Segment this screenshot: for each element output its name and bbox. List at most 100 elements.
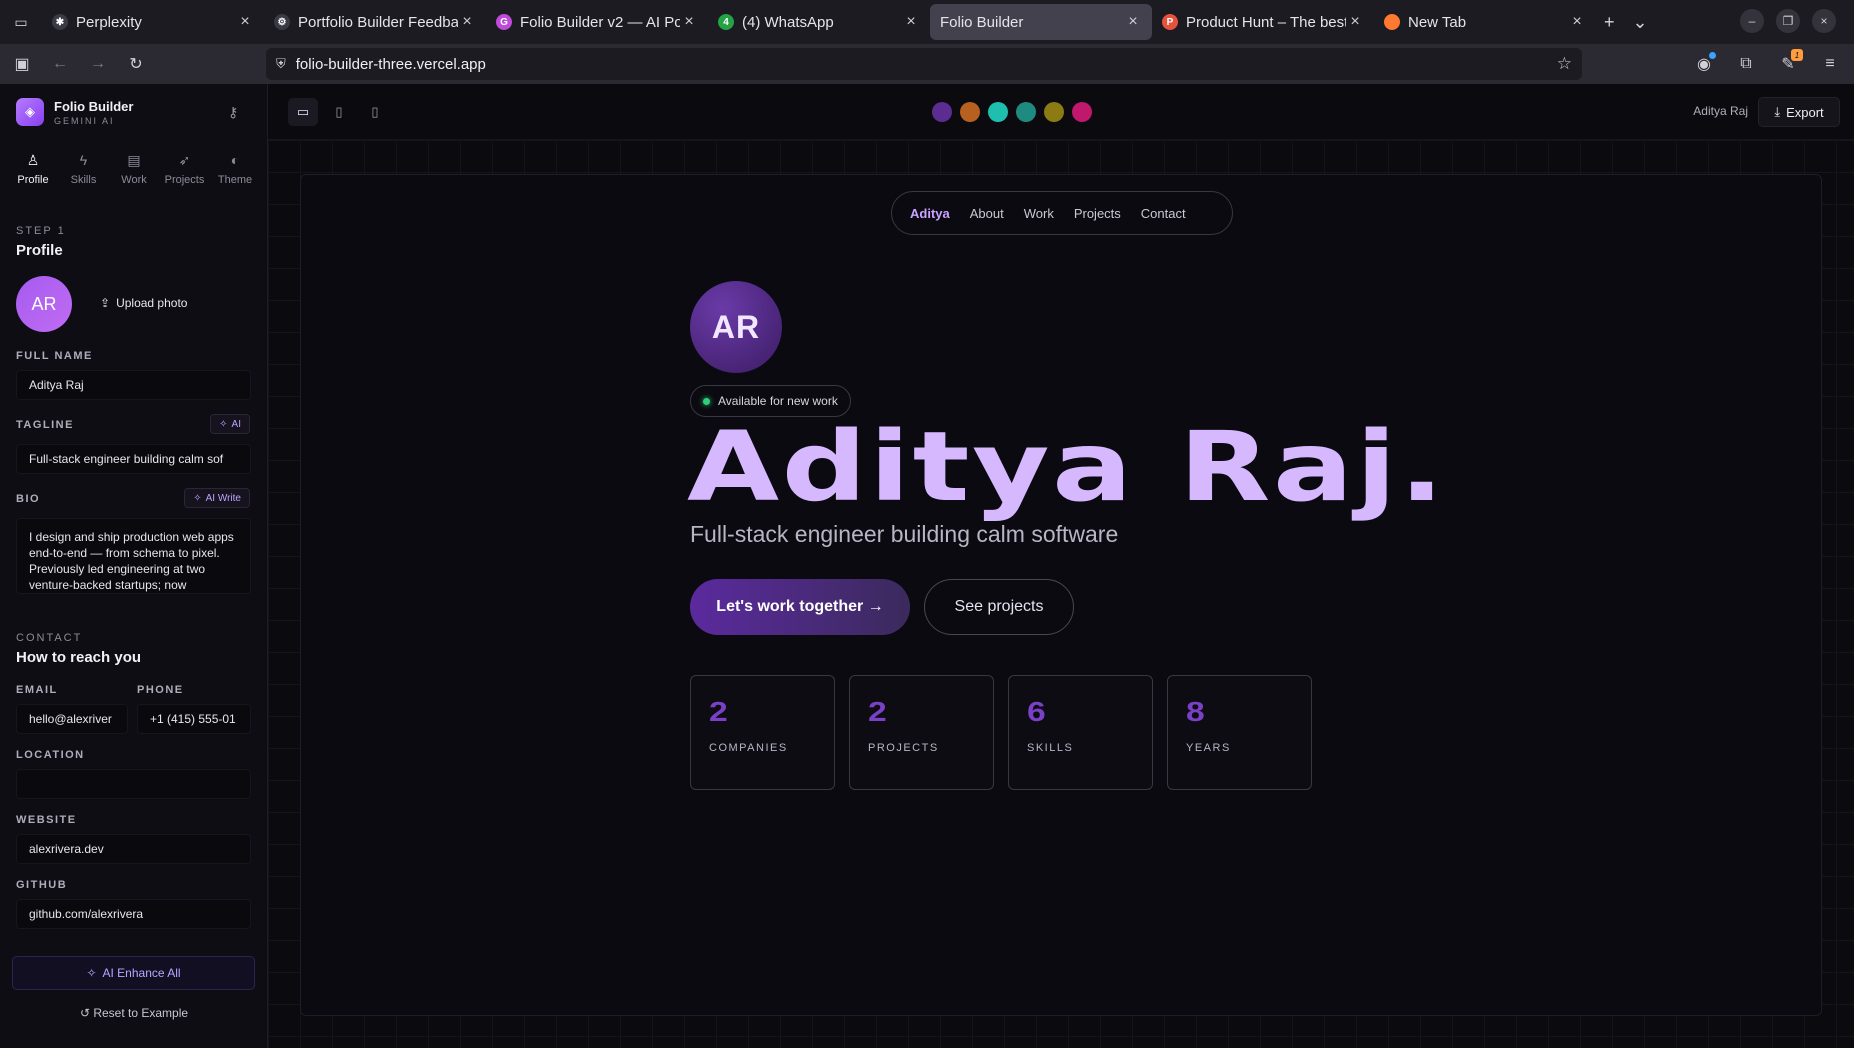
brand: ◈ Folio Builder GEMINI AI [16, 98, 133, 126]
tab-theme[interactable]: ◐ Theme [210, 152, 260, 186]
minimize-icon[interactable]: – [1740, 9, 1764, 33]
contact-kicker: CONTACT [16, 632, 83, 644]
location-label: LOCATION [16, 749, 85, 761]
stat-card: 2 PROJECTS [849, 675, 994, 790]
tab-folio-builder[interactable]: Folio Builder × [930, 4, 1152, 40]
contact-title: How to reach you [16, 649, 142, 666]
portfolio-preview: Aditya About Work Projects Contact AR Av… [300, 174, 1822, 1016]
swatch-purple[interactable] [932, 102, 952, 122]
full-name-field[interactable]: Aditya Raj [16, 370, 251, 400]
extension-badge-icon[interactable]: ✎ 1 [1772, 48, 1804, 80]
close-icon[interactable]: × [1568, 13, 1586, 31]
tablet-icon[interactable]: ▯ [324, 98, 354, 126]
sparkle-icon: ✧ [193, 492, 202, 504]
preview-nav-projects[interactable]: Projects [1074, 206, 1121, 221]
website-field[interactable]: alexrivera.dev [16, 834, 251, 864]
account-icon[interactable]: ◉ [1688, 48, 1720, 80]
rocket-icon: ➶ [178, 152, 191, 168]
avatar[interactable]: AR [16, 276, 72, 332]
tab-label: Perplexity [76, 13, 142, 31]
stat-card: 6 SKILLS [1008, 675, 1153, 790]
work-together-button[interactable]: Let's work together → [690, 579, 910, 635]
sidebar-toggle-icon[interactable]: ▣ [6, 48, 38, 80]
swatch-teal[interactable] [1016, 102, 1036, 122]
bio-label: BIO [16, 493, 41, 505]
url-bar[interactable]: ⛨ folio-builder-three.vercel.app ☆ [266, 48, 1582, 80]
location-field[interactable] [16, 769, 251, 799]
tab-label: Product Hunt – The best n [1186, 13, 1346, 31]
tab-portfolio-feedback[interactable]: ⚙ Portfolio Builder Feedbac × [264, 4, 486, 40]
browser-nav-bar: ▣ ← → ↻ ⛨ folio-builder-three.vercel.app… [0, 44, 1854, 84]
tab-list-icon[interactable]: ▭ [0, 0, 42, 44]
preview-nav-logo[interactable]: Aditya [910, 206, 950, 221]
tab-projects[interactable]: ➶ Projects [160, 152, 210, 186]
stat-card: 8 YEARS [1167, 675, 1312, 790]
close-icon[interactable]: × [1346, 13, 1364, 31]
preview-nav-about[interactable]: About [970, 206, 1004, 221]
upload-label: Upload photo [116, 296, 188, 310]
stat-value: 2 [709, 696, 729, 727]
close-icon[interactable]: × [680, 13, 698, 31]
reset-to-example-button[interactable]: ↺ Reset to Example [0, 1006, 268, 1020]
github-field[interactable]: github.com/alexrivera [16, 899, 251, 929]
tab-perplexity[interactable]: ✱ Perplexity × [42, 4, 264, 40]
sparkle-icon: ✧ [219, 418, 228, 430]
tagline-ai-button[interactable]: ✧ AI [210, 414, 250, 434]
swatch-cyan[interactable] [988, 102, 1008, 122]
tagline-label: TAGLINE [16, 419, 74, 431]
firefox-favicon-icon [1384, 14, 1400, 30]
email-field[interactable]: hello@alexriver [16, 704, 128, 734]
tab-skills[interactable]: ϟ Skills [59, 152, 109, 186]
tagline-field[interactable]: Full-stack engineer building calm sof [16, 444, 251, 474]
user-name: Aditya Raj [1693, 104, 1748, 118]
bookmark-star-icon[interactable]: ☆ [1557, 54, 1572, 74]
key-icon[interactable]: ⚷ [228, 104, 238, 121]
tab-whatsapp[interactable]: 4 (4) WhatsApp × [708, 4, 930, 40]
tab-work[interactable]: ▤ Work [109, 152, 159, 186]
reload-icon[interactable]: ↻ [120, 48, 152, 80]
desktop-icon[interactable]: ▭ [288, 98, 318, 126]
tab-label: (4) WhatsApp [742, 13, 834, 31]
stat-label: YEARS [1186, 742, 1231, 754]
tab-profile[interactable]: ♙ Profile [8, 152, 58, 186]
bio-textarea[interactable]: I design and ship production web apps en… [16, 518, 251, 594]
tab-product-hunt[interactable]: P Product Hunt – The best n × [1152, 4, 1374, 40]
close-icon[interactable]: × [1124, 13, 1142, 31]
close-icon[interactable]: × [902, 13, 920, 31]
ai-write-label: AI Write [205, 492, 241, 504]
tab-label: Folio Builder v2 — AI Port [520, 13, 680, 31]
forward-icon[interactable]: → [82, 48, 114, 80]
restore-icon[interactable]: ❐ [1776, 9, 1800, 33]
tab-label: Projects [164, 174, 205, 186]
chevron-down-icon[interactable]: ⌄ [1633, 12, 1648, 33]
upload-photo-button[interactable]: ⇪ Upload photo [100, 296, 187, 310]
extensions-icon[interactable]: ⧉ [1730, 48, 1762, 80]
back-icon[interactable]: ← [44, 48, 76, 80]
see-projects-button[interactable]: See projects [924, 579, 1074, 635]
close-icon[interactable]: × [458, 13, 476, 31]
bolt-icon: ϟ [79, 152, 88, 168]
favicon-icon: ⚙ [274, 14, 290, 30]
new-tab-icon[interactable]: + [1604, 12, 1615, 33]
availability-text: Available for new work [718, 394, 838, 408]
phone-field[interactable]: +1 (415) 555-01 [137, 704, 251, 734]
preview-nav-work[interactable]: Work [1024, 206, 1054, 221]
url-text[interactable]: folio-builder-three.vercel.app [296, 56, 486, 73]
close-icon[interactable]: × [236, 13, 254, 31]
preview-nav-contact[interactable]: Contact [1141, 206, 1186, 221]
swatch-olive[interactable] [1044, 102, 1064, 122]
mobile-icon[interactable]: ▯ [360, 98, 390, 126]
bio-ai-write-button[interactable]: ✧ AI Write [184, 488, 250, 508]
app: ◈ Folio Builder GEMINI AI ⚷ ♙ Profile ϟ … [0, 84, 1854, 1048]
ai-enhance-all-button[interactable]: ✧ AI Enhance All [12, 956, 255, 990]
swatch-orange[interactable] [960, 102, 980, 122]
menu-icon[interactable]: ≡ [1814, 48, 1846, 80]
tab-label: Portfolio Builder Feedbac [298, 13, 458, 31]
hero-tagline: Full-stack engineer building calm softwa… [690, 521, 1119, 547]
close-window-icon[interactable]: × [1812, 9, 1836, 33]
tab-folio-v2[interactable]: G Folio Builder v2 — AI Port × [486, 4, 708, 40]
tab-new-tab[interactable]: New Tab × [1374, 4, 1596, 40]
export-button[interactable]: ⤓ Export [1758, 97, 1840, 127]
sparkle-icon: ✧ [86, 966, 97, 980]
swatch-magenta[interactable] [1072, 102, 1092, 122]
